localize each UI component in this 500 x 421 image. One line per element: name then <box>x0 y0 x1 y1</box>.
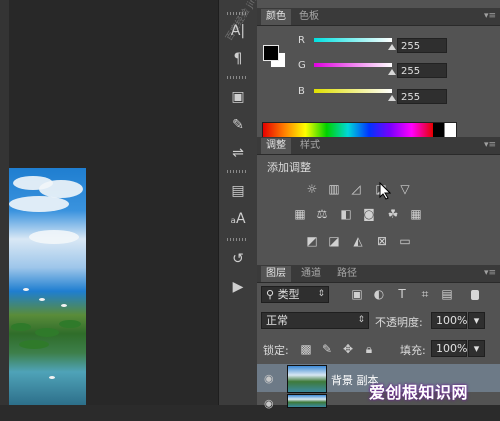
panel-menu-icon[interactable]: ▾≡ <box>480 9 496 23</box>
opacity-dropdown[interactable]: ▾ <box>468 312 485 329</box>
clone-source-icon[interactable]: ▤ <box>228 182 248 200</box>
red-slider-track[interactable] <box>314 38 392 42</box>
character-styles-icon[interactable]: ₐA <box>228 210 248 228</box>
color-balance-icon[interactable]: ⚖ <box>315 208 329 221</box>
selective-color-icon[interactable]: ⊠ <box>375 235 389 248</box>
gradient-map-icon[interactable]: ▭ <box>398 235 412 248</box>
panel-menu-icon[interactable]: ▾≡ <box>480 138 496 152</box>
paragraph-icon[interactable]: ¶ <box>228 50 248 68</box>
lock-label: 锁定: <box>263 344 289 357</box>
panel-dock: A| ¶ ▣ ✎ ⇌ ▤ ₐA ↺ ▶ <box>218 0 258 405</box>
color-lookup-icon[interactable]: ▦ <box>409 208 423 221</box>
document-canvas[interactable] <box>0 0 218 405</box>
filter-shape-icon[interactable]: ⌗ <box>418 288 432 301</box>
mouse-cursor-icon <box>379 182 391 200</box>
layer-filter-select[interactable]: ⚲ 类型 ⇕ <box>261 286 329 303</box>
lock-transparent-icon[interactable]: ▩ <box>299 343 313 356</box>
tab-layers[interactable]: 图层 <box>261 266 291 282</box>
threshold-icon[interactable]: ◭ <box>351 235 365 248</box>
history-icon[interactable]: ↺ <box>228 250 248 268</box>
red-slider-knob[interactable] <box>388 44 396 50</box>
chevron-icon: ⇕ <box>357 315 365 325</box>
channel-label-b: B <box>298 86 305 97</box>
blend-mode-select[interactable]: 正常 ⇕ <box>261 312 369 329</box>
levels-icon[interactable]: ▥ <box>327 183 341 196</box>
lock-all-icon[interactable]: 🔒︎ <box>362 343 376 356</box>
dock-grip[interactable] <box>227 76 247 79</box>
invert-icon[interactable]: ◩ <box>305 235 319 248</box>
green-slider-knob[interactable] <box>388 69 396 75</box>
canvas-photo[interactable] <box>9 168 86 405</box>
opacity-field[interactable]: 100% <box>431 312 467 329</box>
photo-filter-icon[interactable]: ◙ <box>362 208 376 221</box>
tab-swatches[interactable]: 色板 <box>294 9 324 25</box>
filter-smart-object-icon[interactable]: ▤ <box>440 288 454 301</box>
filter-type-icon[interactable]: T <box>395 288 409 301</box>
eye-icon[interactable]: ◉ <box>264 397 276 410</box>
adjustments-title: 添加调整 <box>267 161 311 174</box>
search-icon: ⚲ <box>266 288 278 301</box>
dock-grip[interactable] <box>227 238 247 241</box>
hue-saturation-icon[interactable]: ▦ <box>293 208 307 221</box>
brush-icon[interactable]: ✎ <box>228 116 248 134</box>
3d-icon[interactable]: ▣ <box>228 88 248 106</box>
channel-mixer-icon[interactable]: ☘ <box>386 208 400 221</box>
blue-value-field[interactable]: 255 <box>397 89 447 104</box>
lock-pixels-icon[interactable]: ✎ <box>320 343 334 356</box>
brightness-icon[interactable]: ☼ <box>305 183 319 196</box>
brand-watermark: 爱创根知识网 <box>369 383 469 402</box>
channel-label-r: R <box>298 35 305 46</box>
tab-paths[interactable]: 路径 <box>332 266 362 282</box>
red-value-field[interactable]: 255 <box>397 38 447 53</box>
green-value-field[interactable]: 255 <box>397 63 447 78</box>
filter-adjustment-icon[interactable]: ◐ <box>372 288 386 301</box>
channel-label-g: G <box>298 60 306 71</box>
blue-slider-track[interactable] <box>314 89 392 93</box>
tab-adjustments[interactable]: 调整 <box>261 138 291 154</box>
brush-presets-icon[interactable]: ⇌ <box>228 144 248 162</box>
chevron-icon: ⇕ <box>317 289 325 299</box>
actions-icon[interactable]: ▶ <box>228 278 248 296</box>
blue-slider-knob[interactable] <box>388 95 396 101</box>
curves-icon[interactable]: ◿ <box>349 183 363 196</box>
color-panel: 颜色 色板 ▾≡ R 255 G 255 B 255 <box>257 8 500 138</box>
tab-color[interactable]: 颜色 <box>261 9 291 25</box>
blend-mode-value: 正常 <box>266 314 288 327</box>
fill-dropdown[interactable]: ▾ <box>468 340 485 357</box>
panels-column: 颜色 色板 ▾≡ R 255 G 255 B 255 调整 样式 ▾≡ 添加调整… <box>257 0 500 410</box>
green-slider-track[interactable] <box>314 63 392 67</box>
dock-grip[interactable] <box>227 170 247 173</box>
color-panel-tabbar: 颜色 色板 ▾≡ <box>257 8 500 26</box>
panel-menu-icon[interactable]: ▾≡ <box>480 266 496 280</box>
posterize-icon[interactable]: ◪ <box>327 235 341 248</box>
vibrance-icon[interactable]: ▽ <box>398 183 412 196</box>
black-white-icon[interactable]: ◧ <box>339 208 353 221</box>
tab-channels[interactable]: 通道 <box>296 266 326 282</box>
color-spectrum-bar[interactable] <box>262 122 457 138</box>
adjustments-tabbar: 调整 样式 ▾≡ <box>257 137 500 155</box>
tab-styles[interactable]: 样式 <box>295 138 325 154</box>
opacity-label: 不透明度: <box>375 316 423 329</box>
layer-filter-label: 类型 <box>277 288 300 301</box>
foreground-color-swatch[interactable] <box>263 45 279 61</box>
fill-field[interactable]: 100% <box>431 340 467 357</box>
fill-label: 填充: <box>400 344 426 357</box>
layer-thumbnail[interactable] <box>287 394 327 408</box>
layers-tabbar: 图层 通道 路径 ▾≡ <box>257 265 500 283</box>
filter-toggle[interactable] <box>471 290 479 300</box>
eye-icon[interactable]: ◉ <box>264 372 276 385</box>
layer-thumbnail[interactable] <box>287 365 327 393</box>
filter-pixel-icon[interactable]: ▣ <box>350 288 364 301</box>
lock-position-icon[interactable]: ✥ <box>341 343 355 356</box>
canvas-edge <box>0 0 9 405</box>
